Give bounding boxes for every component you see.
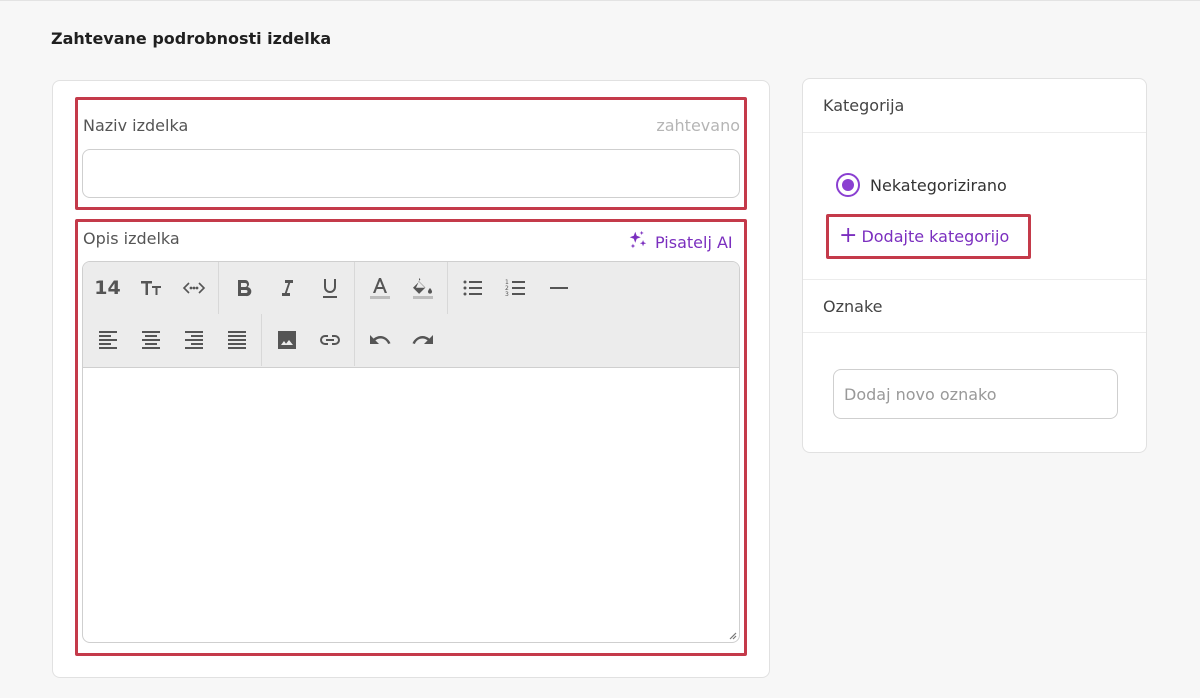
align-right-icon[interactable] <box>172 320 215 360</box>
bullet-list-icon[interactable] <box>451 268 494 308</box>
ai-writer-button[interactable]: Pisatelj AI <box>627 229 733 255</box>
product-name-input[interactable] <box>82 149 740 198</box>
font-size-value: 14 <box>94 277 121 299</box>
category-option-label: Nekategorizirano <box>870 175 1007 195</box>
description-editor: 14 1 2 3 <box>82 261 740 643</box>
fill-color-icon[interactable] <box>401 268 444 308</box>
product-description-label: Opis izdelka <box>83 229 180 248</box>
highlight-add-category <box>826 214 1031 259</box>
undo-icon[interactable] <box>358 320 401 360</box>
sparkles-icon <box>627 229 649 255</box>
italic-icon[interactable] <box>265 268 308 308</box>
numbered-list-icon[interactable]: 123 <box>494 268 537 308</box>
sidebar-card: Kategorija Nekategorizirano + Dodajte ka… <box>802 78 1147 453</box>
justify-icon[interactable] <box>215 320 258 360</box>
resize-handle-icon[interactable] <box>727 630 737 640</box>
ai-writer-label: Pisatelj AI <box>655 232 733 252</box>
category-header: Kategorija <box>803 79 1146 133</box>
bold-icon[interactable] <box>222 268 265 308</box>
editor-toolbar: 14 1 2 3 <box>83 262 739 368</box>
redo-icon[interactable] <box>401 320 444 360</box>
tags-header: Oznake <box>803 279 1146 333</box>
link-icon[interactable] <box>308 320 351 360</box>
section-title: Zahtevane podrobnosti izdelka <box>51 29 332 48</box>
tag-input[interactable] <box>833 369 1118 419</box>
required-label: zahtevano <box>656 116 740 135</box>
image-icon[interactable] <box>265 320 308 360</box>
top-divider <box>0 0 1200 1</box>
horizontal-rule-icon[interactable] <box>537 268 580 308</box>
radio-selected-icon[interactable] <box>836 173 860 197</box>
editor-content-area[interactable] <box>83 368 739 642</box>
text-color-icon[interactable] <box>358 268 401 308</box>
font-size-button[interactable]: 14 <box>86 268 129 308</box>
align-left-icon[interactable] <box>86 320 129 360</box>
category-option-uncategorized[interactable]: Nekategorizirano <box>836 173 1007 197</box>
code-icon[interactable] <box>172 268 215 308</box>
underline-icon[interactable] <box>308 268 351 308</box>
product-name-label: Naziv izdelka <box>83 116 189 135</box>
svg-text:3: 3 <box>505 291 509 298</box>
text-size-icon[interactable] <box>129 268 172 308</box>
align-center-icon[interactable] <box>129 320 172 360</box>
